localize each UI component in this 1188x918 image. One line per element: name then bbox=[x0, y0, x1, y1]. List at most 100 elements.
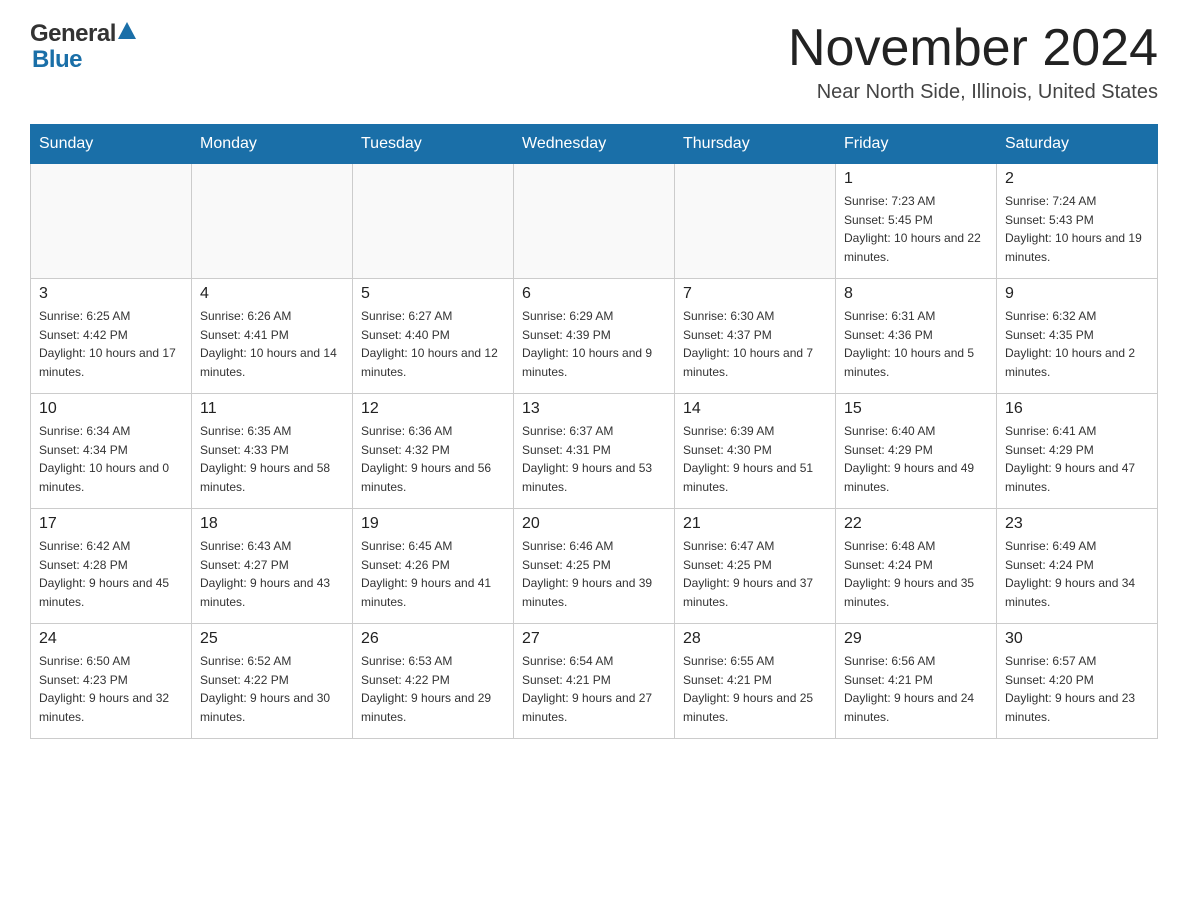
day-info: Sunrise: 6:57 AMSunset: 4:20 PMDaylight:… bbox=[1005, 652, 1149, 726]
weekday-header-saturday: Saturday bbox=[997, 125, 1158, 164]
calendar-cell: 19 Sunrise: 6:45 AMSunset: 4:26 PMDayligh… bbox=[353, 509, 514, 624]
calendar-cell: 8 Sunrise: 6:31 AMSunset: 4:36 PMDaylight… bbox=[836, 279, 997, 394]
day-info: Sunrise: 6:43 AMSunset: 4:27 PMDaylight:… bbox=[200, 537, 344, 611]
day-number: 15 bbox=[844, 400, 988, 418]
weekday-header-wednesday: Wednesday bbox=[514, 125, 675, 164]
day-info: Sunrise: 6:40 AMSunset: 4:29 PMDaylight:… bbox=[844, 422, 988, 496]
calendar-cell: 5 Sunrise: 6:27 AMSunset: 4:40 PMDaylight… bbox=[353, 279, 514, 394]
calendar-cell: 28 Sunrise: 6:55 AMSunset: 4:21 PMDayligh… bbox=[675, 624, 836, 739]
day-number: 21 bbox=[683, 515, 827, 533]
day-number: 27 bbox=[522, 630, 666, 648]
day-info: Sunrise: 6:25 AMSunset: 4:42 PMDaylight:… bbox=[39, 307, 183, 381]
calendar-cell bbox=[353, 164, 514, 279]
calendar-cell: 9 Sunrise: 6:32 AMSunset: 4:35 PMDaylight… bbox=[997, 279, 1158, 394]
calendar-cell: 21Sunrise: 6:47 AMSunset: 4:25 PMDayligh… bbox=[675, 509, 836, 624]
calendar-table: SundayMondayTuesdayWednesdayThursdayFrid… bbox=[30, 124, 1158, 739]
day-info: Sunrise: 6:54 AMSunset: 4:21 PMDaylight:… bbox=[522, 652, 666, 726]
logo-blue-text: Blue bbox=[32, 46, 82, 74]
calendar-cell: 22 Sunrise: 6:48 AMSunset: 4:24 PMDayligh… bbox=[836, 509, 997, 624]
calendar-cell: 7 Sunrise: 6:30 AMSunset: 4:37 PMDaylight… bbox=[675, 279, 836, 394]
calendar-subtitle: Near North Side, Illinois, United States bbox=[788, 81, 1158, 104]
calendar-cell: 25 Sunrise: 6:52 AMSunset: 4:22 PMDayligh… bbox=[192, 624, 353, 739]
day-info: Sunrise: 6:55 AMSunset: 4:21 PMDaylight:… bbox=[683, 652, 827, 726]
day-info: Sunrise: 6:41 AMSunset: 4:29 PMDaylight:… bbox=[1005, 422, 1149, 496]
weekday-header-row: SundayMondayTuesdayWednesdayThursdayFrid… bbox=[31, 125, 1158, 164]
title-area: November 2024 Near North Side, Illinois,… bbox=[788, 20, 1158, 104]
day-number: 4 bbox=[200, 285, 344, 303]
week-row-5: 24 Sunrise: 6:50 AMSunset: 4:23 PMDayligh… bbox=[31, 624, 1158, 739]
day-number: 12 bbox=[361, 400, 505, 418]
day-info: Sunrise: 6:35 AMSunset: 4:33 PMDaylight:… bbox=[200, 422, 344, 496]
day-number: 5 bbox=[361, 285, 505, 303]
day-info: Sunrise: 6:52 AMSunset: 4:22 PMDaylight:… bbox=[200, 652, 344, 726]
day-number: 9 bbox=[1005, 285, 1149, 303]
day-info: Sunrise: 6:42 AMSunset: 4:28 PMDaylight:… bbox=[39, 537, 183, 611]
calendar-cell: 20 Sunrise: 6:46 AMSunset: 4:25 PMDayligh… bbox=[514, 509, 675, 624]
day-number: 23 bbox=[1005, 515, 1149, 533]
day-number: 14 bbox=[683, 400, 827, 418]
day-info: Sunrise: 7:24 AMSunset: 5:43 PMDaylight:… bbox=[1005, 192, 1149, 266]
weekday-header-tuesday: Tuesday bbox=[353, 125, 514, 164]
week-row-2: 3 Sunrise: 6:25 AMSunset: 4:42 PMDaylight… bbox=[31, 279, 1158, 394]
day-info: Sunrise: 6:36 AMSunset: 4:32 PMDaylight:… bbox=[361, 422, 505, 496]
day-info: Sunrise: 6:45 AMSunset: 4:26 PMDaylight:… bbox=[361, 537, 505, 611]
weekday-header-monday: Monday bbox=[192, 125, 353, 164]
day-number: 25 bbox=[200, 630, 344, 648]
calendar-cell: 23 Sunrise: 6:49 AMSunset: 4:24 PMDayligh… bbox=[997, 509, 1158, 624]
calendar-title: November 2024 bbox=[788, 20, 1158, 77]
logo: General Blue bbox=[30, 20, 138, 74]
day-number: 29 bbox=[844, 630, 988, 648]
calendar-cell: 15 Sunrise: 6:40 AMSunset: 4:29 PMDayligh… bbox=[836, 394, 997, 509]
day-info: Sunrise: 6:27 AMSunset: 4:40 PMDaylight:… bbox=[361, 307, 505, 381]
day-number: 18 bbox=[200, 515, 344, 533]
calendar-cell: 6 Sunrise: 6:29 AMSunset: 4:39 PMDaylight… bbox=[514, 279, 675, 394]
day-number: 11 bbox=[200, 400, 344, 418]
calendar-cell: 16 Sunrise: 6:41 AMSunset: 4:29 PMDayligh… bbox=[997, 394, 1158, 509]
day-number: 3 bbox=[39, 285, 183, 303]
day-info: Sunrise: 6:29 AMSunset: 4:39 PMDaylight:… bbox=[522, 307, 666, 381]
day-number: 7 bbox=[683, 285, 827, 303]
calendar-cell bbox=[192, 164, 353, 279]
header: General Blue November 2024 Near North Si… bbox=[30, 20, 1158, 104]
weekday-header-friday: Friday bbox=[836, 125, 997, 164]
day-number: 6 bbox=[522, 285, 666, 303]
day-number: 8 bbox=[844, 285, 988, 303]
calendar-cell bbox=[31, 164, 192, 279]
calendar-cell: 4Sunrise: 6:26 AMSunset: 4:41 PMDaylight… bbox=[192, 279, 353, 394]
day-number: 26 bbox=[361, 630, 505, 648]
day-number: 16 bbox=[1005, 400, 1149, 418]
calendar-cell: 17Sunrise: 6:42 AMSunset: 4:28 PMDayligh… bbox=[31, 509, 192, 624]
calendar-cell bbox=[514, 164, 675, 279]
day-info: Sunrise: 6:30 AMSunset: 4:37 PMDaylight:… bbox=[683, 307, 827, 381]
day-info: Sunrise: 6:37 AMSunset: 4:31 PMDaylight:… bbox=[522, 422, 666, 496]
day-number: 24 bbox=[39, 630, 183, 648]
day-info: Sunrise: 6:34 AMSunset: 4:34 PMDaylight:… bbox=[39, 422, 183, 496]
calendar-cell: 27 Sunrise: 6:54 AMSunset: 4:21 PMDayligh… bbox=[514, 624, 675, 739]
day-number: 30 bbox=[1005, 630, 1149, 648]
calendar-cell bbox=[675, 164, 836, 279]
calendar-cell: 30 Sunrise: 6:57 AMSunset: 4:20 PMDayligh… bbox=[997, 624, 1158, 739]
day-number: 19 bbox=[361, 515, 505, 533]
calendar-cell: 1Sunrise: 7:23 AMSunset: 5:45 PMDaylight… bbox=[836, 164, 997, 279]
day-info: Sunrise: 6:31 AMSunset: 4:36 PMDaylight:… bbox=[844, 307, 988, 381]
day-number: 20 bbox=[522, 515, 666, 533]
calendar-cell: 12 Sunrise: 6:36 AMSunset: 4:32 PMDayligh… bbox=[353, 394, 514, 509]
week-row-4: 17Sunrise: 6:42 AMSunset: 4:28 PMDayligh… bbox=[31, 509, 1158, 624]
calendar-cell: 11 Sunrise: 6:35 AMSunset: 4:33 PMDayligh… bbox=[192, 394, 353, 509]
day-info: Sunrise: 6:46 AMSunset: 4:25 PMDaylight:… bbox=[522, 537, 666, 611]
day-number: 2 bbox=[1005, 170, 1149, 188]
day-info: Sunrise: 6:48 AMSunset: 4:24 PMDaylight:… bbox=[844, 537, 988, 611]
day-info: Sunrise: 6:53 AMSunset: 4:22 PMDaylight:… bbox=[361, 652, 505, 726]
day-info: Sunrise: 6:50 AMSunset: 4:23 PMDaylight:… bbox=[39, 652, 183, 726]
logo-general-text: General bbox=[30, 20, 116, 48]
calendar-cell: 13Sunrise: 6:37 AMSunset: 4:31 PMDayligh… bbox=[514, 394, 675, 509]
day-info: Sunrise: 6:49 AMSunset: 4:24 PMDaylight:… bbox=[1005, 537, 1149, 611]
day-info: Sunrise: 6:32 AMSunset: 4:35 PMDaylight:… bbox=[1005, 307, 1149, 381]
calendar-cell: 29Sunrise: 6:56 AMSunset: 4:21 PMDayligh… bbox=[836, 624, 997, 739]
day-number: 28 bbox=[683, 630, 827, 648]
week-row-1: 1Sunrise: 7:23 AMSunset: 5:45 PMDaylight… bbox=[31, 164, 1158, 279]
calendar-cell: 2 Sunrise: 7:24 AMSunset: 5:43 PMDaylight… bbox=[997, 164, 1158, 279]
weekday-header-sunday: Sunday bbox=[31, 125, 192, 164]
day-number: 22 bbox=[844, 515, 988, 533]
calendar-cell: 3 Sunrise: 6:25 AMSunset: 4:42 PMDaylight… bbox=[31, 279, 192, 394]
